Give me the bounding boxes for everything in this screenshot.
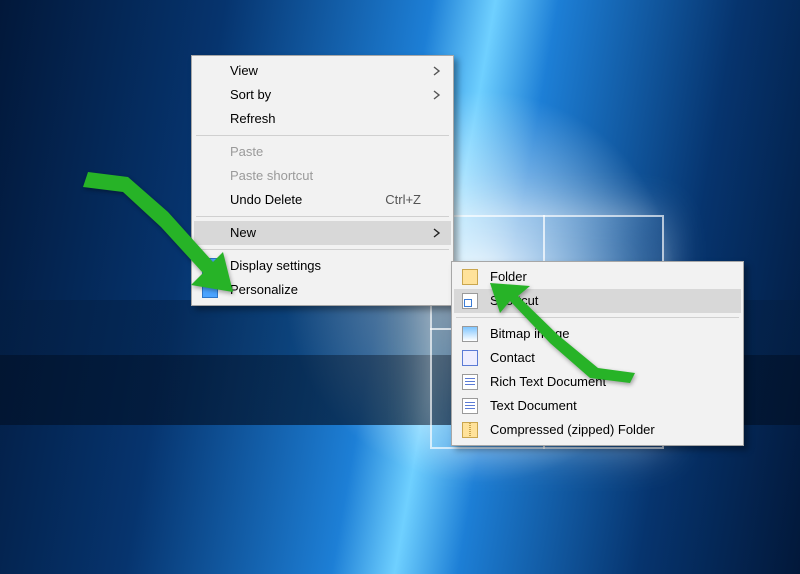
submenu-item-shortcut[interactable]: Shortcut: [454, 289, 741, 313]
menu-item-label: Compressed (zipped) Folder: [490, 418, 655, 442]
menu-item-label: Refresh: [230, 107, 276, 131]
menu-item-label: Display settings: [230, 254, 321, 278]
chevron-right-icon: [433, 90, 441, 100]
menu-item-refresh[interactable]: Refresh: [194, 107, 451, 131]
submenu-item-txt[interactable]: Text Document: [454, 394, 741, 418]
menu-item-label: View: [230, 59, 258, 83]
menu-item-label: Personalize: [230, 278, 298, 302]
new-submenu: Folder Shortcut Bitmap image Contact Ric…: [451, 261, 744, 446]
menu-item-label: Shortcut: [490, 289, 538, 313]
submenu-item-zip[interactable]: Compressed (zipped) Folder: [454, 418, 741, 442]
menu-separator: [456, 317, 739, 318]
menu-item-label: Paste shortcut: [230, 164, 313, 188]
menu-item-label: Paste: [230, 140, 263, 164]
menu-item-label: Bitmap image: [490, 322, 569, 346]
menu-item-label: Text Document: [490, 394, 577, 418]
menu-item-label: Contact: [490, 346, 535, 370]
menu-item-undo-delete[interactable]: Undo Delete Ctrl+Z: [194, 188, 451, 212]
menu-separator: [196, 249, 449, 250]
chevron-right-icon: [433, 66, 441, 76]
menu-item-view[interactable]: View: [194, 59, 451, 83]
menu-separator: [196, 135, 449, 136]
display-settings-icon: [202, 258, 220, 274]
contact-icon: [462, 350, 480, 366]
menu-item-paste: Paste: [194, 140, 451, 164]
rtf-icon: [462, 374, 480, 390]
zip-icon: [462, 422, 480, 438]
menu-item-label: Sort by: [230, 83, 271, 107]
submenu-item-folder[interactable]: Folder: [454, 265, 741, 289]
bitmap-icon: [462, 326, 480, 342]
menu-item-new[interactable]: New: [194, 221, 451, 245]
shortcut-icon: [462, 293, 480, 309]
menu-separator: [196, 216, 449, 217]
submenu-item-rtf[interactable]: Rich Text Document: [454, 370, 741, 394]
menu-item-display-settings[interactable]: Display settings: [194, 254, 451, 278]
menu-item-shortcut: Ctrl+Z: [385, 188, 421, 212]
personalize-icon: [202, 282, 220, 298]
folder-icon: [462, 269, 480, 285]
menu-item-label: New: [230, 221, 256, 245]
menu-item-label: Undo Delete: [230, 188, 302, 212]
chevron-right-icon: [433, 228, 441, 238]
menu-item-label: Folder: [490, 265, 527, 289]
menu-item-personalize[interactable]: Personalize: [194, 278, 451, 302]
menu-item-sort-by[interactable]: Sort by: [194, 83, 451, 107]
txt-icon: [462, 398, 480, 414]
menu-item-label: Rich Text Document: [490, 370, 606, 394]
submenu-item-bitmap[interactable]: Bitmap image: [454, 322, 741, 346]
menu-item-paste-shortcut: Paste shortcut: [194, 164, 451, 188]
desktop-context-menu: View Sort by Refresh Paste Paste shortcu…: [191, 55, 454, 306]
submenu-item-contact[interactable]: Contact: [454, 346, 741, 370]
